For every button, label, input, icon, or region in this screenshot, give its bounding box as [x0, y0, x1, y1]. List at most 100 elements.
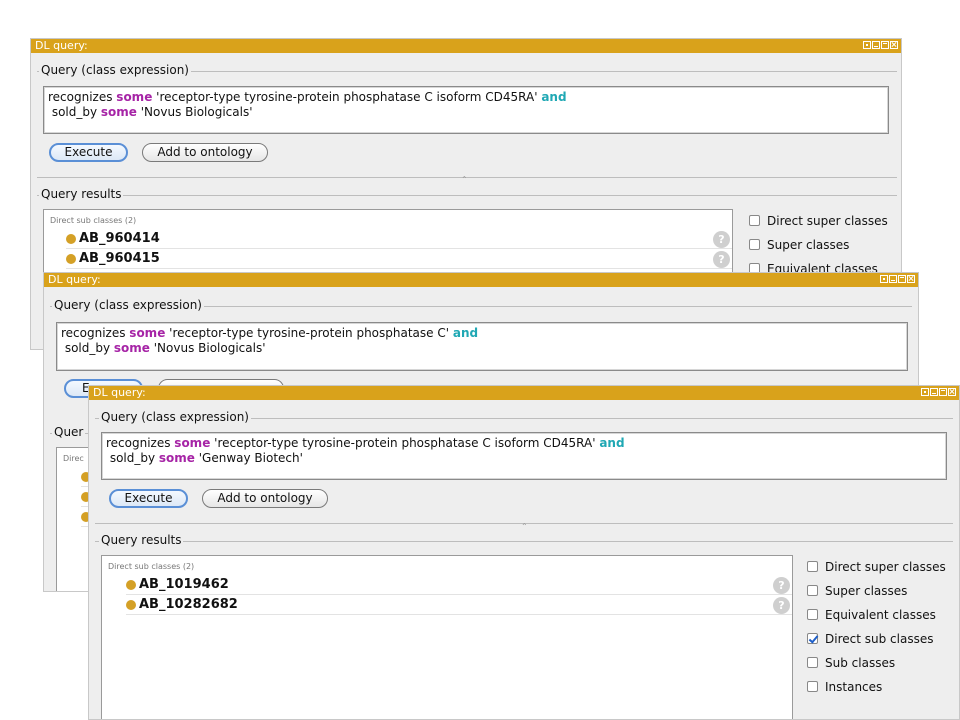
window-1-title: DL query: — [35, 39, 88, 52]
execute-button[interactable]: Execute — [49, 143, 128, 162]
window-3-titlebar-buttons — [921, 388, 956, 396]
option-label: Super classes — [767, 238, 850, 252]
dl-query-window-3: DL query: Query (class expression) recog… — [88, 385, 960, 720]
option-label: Super classes — [825, 584, 908, 598]
close-icon[interactable] — [907, 275, 915, 283]
query-line-1: recognizes some 'receptor-type tyrosine-… — [106, 436, 942, 451]
maximize-icon[interactable] — [881, 41, 889, 49]
keyword-some: some — [129, 326, 166, 340]
minimize-icon[interactable] — [872, 41, 880, 49]
window-2-titlebar[interactable]: DL query: — [44, 273, 918, 287]
results-group-label: Query results — [99, 533, 184, 547]
float-icon[interactable] — [863, 41, 871, 49]
float-icon[interactable] — [880, 275, 888, 283]
query-group-label: Query (class expression) — [39, 63, 191, 77]
minimize-icon[interactable] — [889, 275, 897, 283]
class-name: AB_1019462 — [139, 577, 229, 592]
maximize-icon[interactable] — [898, 275, 906, 283]
add-to-ontology-button[interactable]: Add to ontology — [202, 489, 328, 508]
results-header: Direc — [63, 454, 84, 463]
class-name: AB_10282682 — [139, 597, 238, 612]
option-label: Direct sub classes — [825, 632, 934, 646]
help-icon[interactable]: ? — [773, 597, 790, 614]
close-icon[interactable] — [948, 388, 956, 396]
help-icon[interactable]: ? — [773, 577, 790, 594]
window-3-titlebar[interactable]: DL query: — [89, 386, 959, 400]
keyword-some: some — [158, 451, 195, 465]
query-text: sold_by — [109, 451, 159, 465]
query-expression-editor[interactable]: recognizes some 'receptor-type tyrosine-… — [56, 322, 908, 371]
query-text: sold_by — [64, 341, 114, 355]
results-group-label: Query results — [39, 187, 124, 201]
keyword-and: and — [599, 436, 625, 450]
checkbox-icon[interactable] — [749, 239, 760, 250]
results-group-label: Quer — [52, 425, 86, 439]
checkbox-icon[interactable] — [807, 609, 818, 620]
keyword-some: some — [174, 436, 211, 450]
checkbox-checked-icon[interactable] — [807, 633, 818, 644]
window-3-title: DL query: — [93, 386, 146, 399]
option-label: Instances — [825, 680, 883, 694]
checkbox-icon[interactable] — [749, 215, 760, 226]
class-dot-icon — [66, 254, 76, 264]
keyword-some: some — [116, 90, 153, 104]
class-dot-icon — [66, 234, 76, 244]
query-expression-editor[interactable]: recognizes some 'receptor-type tyrosine-… — [43, 86, 889, 134]
execute-button[interactable]: Execute — [109, 489, 188, 508]
results-header: Direct sub classes (2) — [108, 562, 195, 571]
class-dot-icon — [126, 600, 136, 610]
splitter-handle[interactable]: ⌃ — [521, 522, 528, 531]
query-text: recognizes — [48, 90, 117, 104]
option-label: Sub classes — [825, 656, 896, 670]
keyword-some: some — [113, 341, 150, 355]
results-list: Direct sub classes (2) AB_1019462 ? AB_1… — [101, 555, 793, 719]
query-line-1: recognizes some 'receptor-type tyrosine-… — [61, 326, 903, 341]
query-text: 'Genway Biotech' — [194, 451, 303, 465]
option-label: Direct super classes — [825, 560, 946, 574]
query-text: 'receptor-type tyrosine-protein phosphat… — [152, 90, 542, 104]
results-group-border — [95, 541, 953, 542]
keyword-some: some — [100, 105, 137, 119]
query-expression-editor[interactable]: recognizes some 'receptor-type tyrosine-… — [101, 432, 947, 480]
query-group-label: Query (class expression) — [52, 298, 204, 312]
query-line-2: sold_by some 'Novus Biologicals' — [61, 341, 903, 356]
class-name: AB_960415 — [79, 251, 160, 266]
keyword-and: and — [541, 90, 567, 104]
query-text: recognizes — [106, 436, 175, 450]
class-dot-icon — [126, 580, 136, 590]
checkbox-icon[interactable] — [807, 681, 818, 692]
class-name: AB_960414 — [79, 231, 160, 246]
query-text: 'Novus Biologicals' — [149, 341, 266, 355]
query-text: 'receptor-type tyrosine-protein phosphat… — [165, 326, 453, 340]
close-icon[interactable] — [890, 41, 898, 49]
query-text: 'Novus Biologicals' — [136, 105, 253, 119]
option-label: Equivalent classes — [825, 608, 936, 622]
query-text: recognizes — [61, 326, 130, 340]
query-text: 'receptor-type tyrosine-protein phosphat… — [210, 436, 600, 450]
minimize-icon[interactable] — [930, 388, 938, 396]
query-line-2: sold_by some 'Novus Biologicals' — [48, 105, 884, 120]
float-icon[interactable] — [921, 388, 929, 396]
results-header: Direct sub classes (2) — [50, 216, 137, 225]
query-text: sold_by — [51, 105, 101, 119]
keyword-and: and — [452, 326, 479, 340]
splitter-handle[interactable]: ⌃ — [461, 175, 468, 184]
help-icon[interactable]: ? — [713, 231, 730, 248]
query-line-1: recognizes some 'receptor-type tyrosine-… — [48, 90, 884, 105]
query-line-2: sold_by some 'Genway Biotech' — [106, 451, 942, 466]
query-group-label: Query (class expression) — [99, 410, 251, 424]
results-group-border — [37, 195, 897, 196]
option-label: Direct super classes — [767, 214, 888, 228]
maximize-icon[interactable] — [939, 388, 947, 396]
checkbox-icon[interactable] — [807, 561, 818, 572]
checkbox-icon[interactable] — [807, 657, 818, 668]
list-item[interactable]: AB_960415 ? — [66, 250, 732, 269]
checkbox-icon[interactable] — [807, 585, 818, 596]
window-2-titlebar-buttons — [880, 275, 915, 283]
add-to-ontology-button[interactable]: Add to ontology — [142, 143, 268, 162]
list-item[interactable]: AB_1019462 ? — [126, 576, 792, 595]
list-item[interactable]: AB_10282682 ? — [126, 596, 792, 615]
help-icon[interactable]: ? — [713, 251, 730, 268]
list-item[interactable]: AB_960414 ? — [66, 230, 732, 249]
window-1-titlebar[interactable]: DL query: — [31, 39, 901, 53]
